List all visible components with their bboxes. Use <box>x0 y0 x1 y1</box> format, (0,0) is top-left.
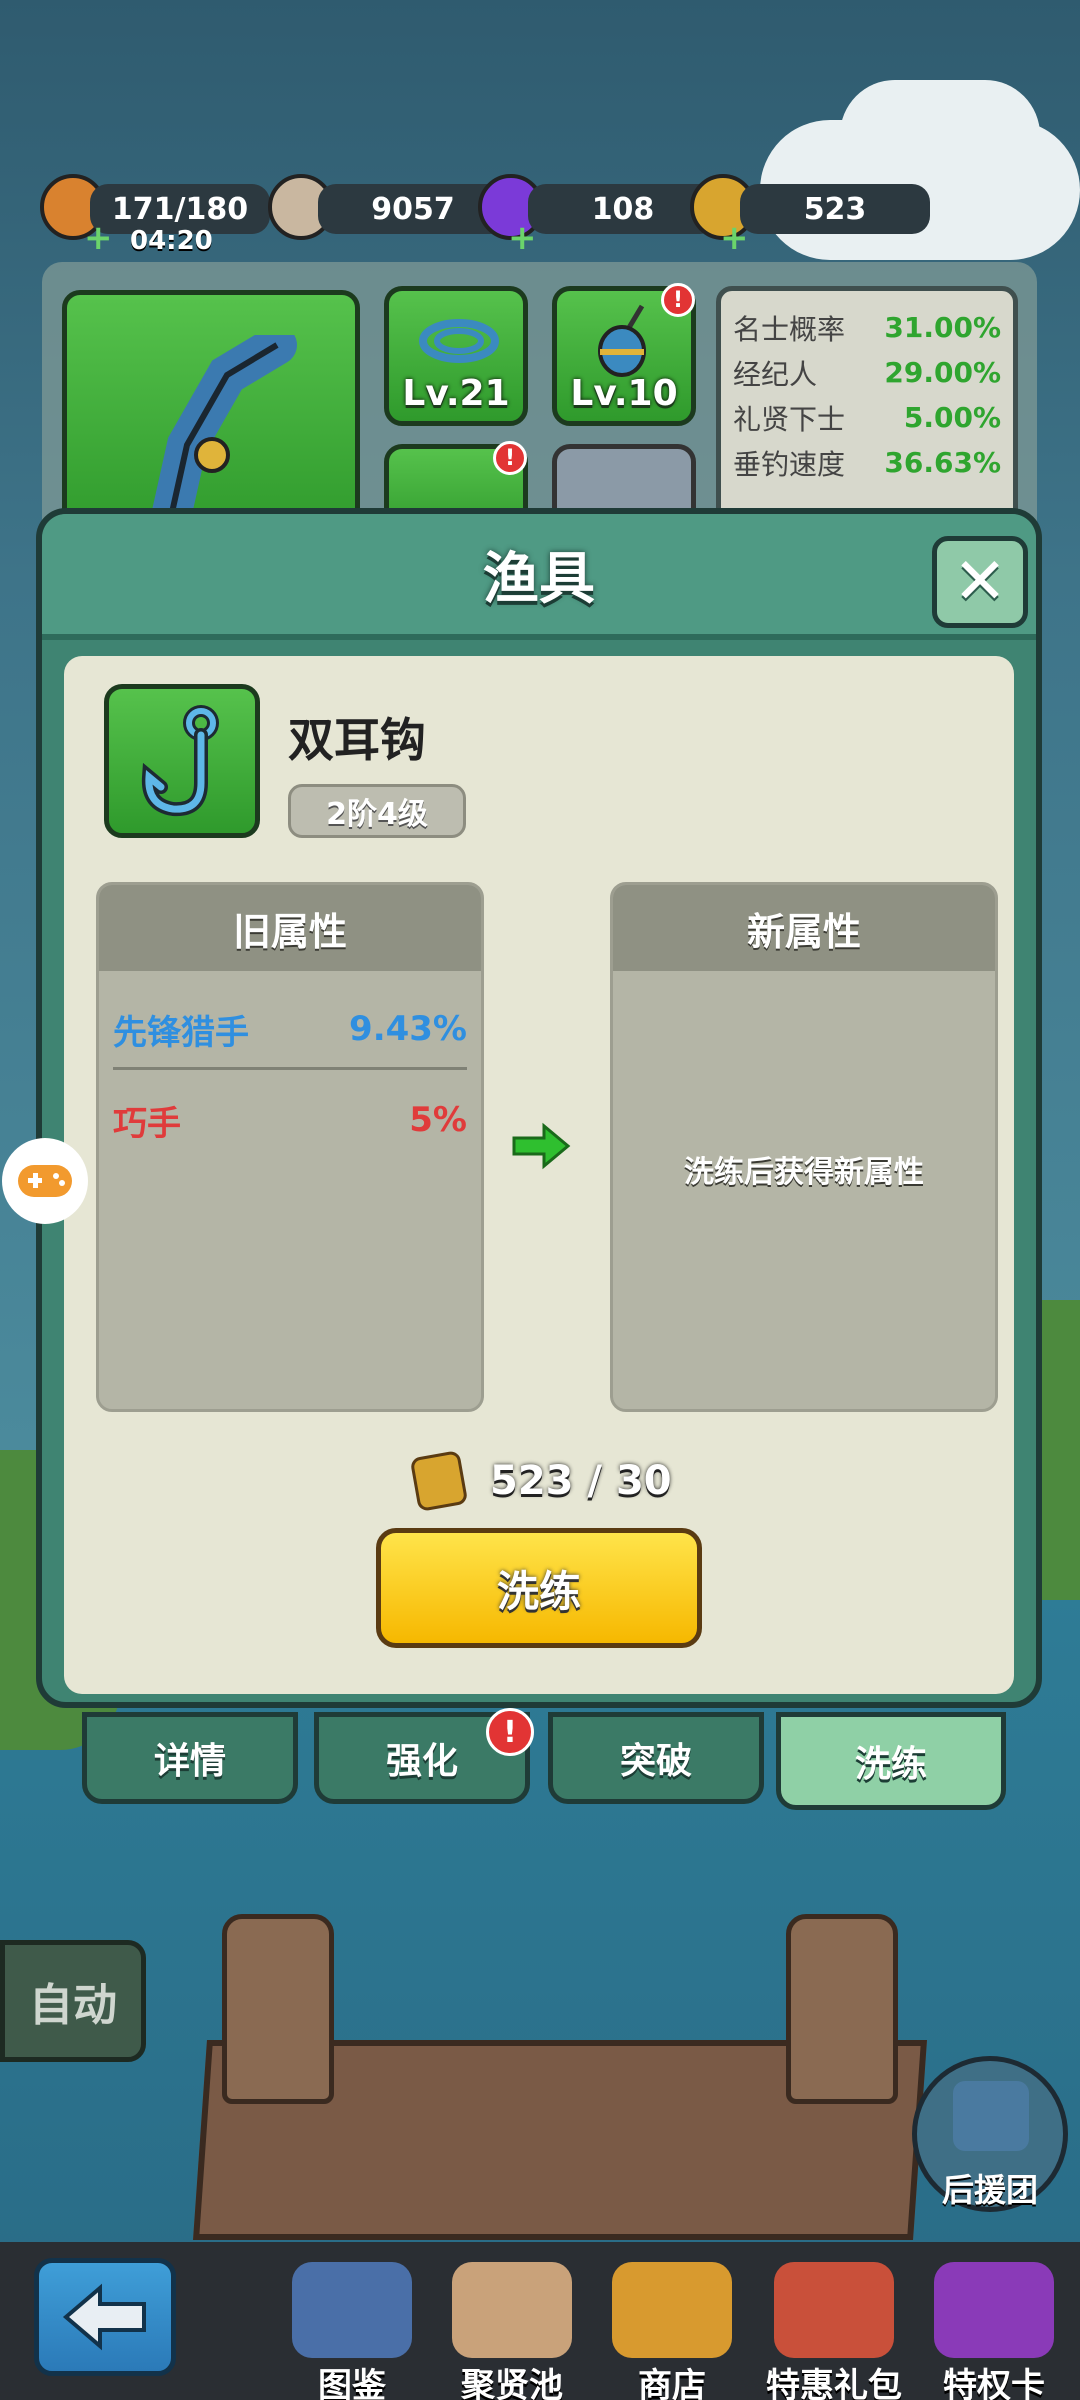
divider <box>113 1067 467 1070</box>
nav-shop[interactable]: 商店 <box>604 2262 740 2400</box>
gamepad-icon <box>18 1165 72 1197</box>
stat-row: 经纪人 29.00% <box>721 350 1013 395</box>
book-icon <box>292 2262 412 2358</box>
stat-value: 36.63% <box>884 446 1001 479</box>
pier-post <box>222 1914 334 2104</box>
fishing-float-icon <box>598 304 646 377</box>
stamina-timer: 04:20 <box>130 226 213 256</box>
attribute-row: 巧手 5% <box>99 1088 481 1152</box>
token-icon <box>409 1450 469 1512</box>
nav-talent-pool[interactable]: 聚贤池 <box>444 2262 580 2400</box>
back-button[interactable] <box>34 2258 176 2376</box>
arrow-left-icon <box>62 2283 146 2351</box>
attribute-row: 先锋猎手 9.43% <box>99 997 481 1061</box>
stats-panel: 名士概率 31.00% 经纪人 29.00% 礼贤下士 5.00% 垂钓速度 36.63% <box>716 286 1018 536</box>
card-icon <box>934 2262 1054 2358</box>
pier-post <box>786 1914 898 2104</box>
old-attributes-box: 旧属性 先锋猎手 9.43% 巧手 5% <box>96 882 484 1412</box>
attribute-value: 5% <box>409 1100 467 1140</box>
modal-title: 渔具 <box>483 547 595 612</box>
stat-value: 29.00% <box>884 356 1001 389</box>
stat-name: 经纪人 <box>733 357 818 391</box>
plus-icon[interactable]: + <box>84 218 113 258</box>
support-team-label: 后援团 <box>941 2171 1038 2209</box>
stat-name: 垂钓速度 <box>733 447 846 481</box>
new-attributes-box: 新属性 洗练后获得新属性 <box>610 882 998 1412</box>
alert-badge: ! <box>486 1708 534 1756</box>
alert-badge: ! <box>661 283 695 317</box>
cost-text: 523 / 30 <box>490 1458 672 1504</box>
attribute-name: 巧手 <box>113 1103 181 1144</box>
fishing-rod-icon <box>147 335 297 535</box>
nav-label: 图鉴 <box>318 2366 386 2400</box>
refine-button[interactable]: 洗练 <box>376 1528 702 1648</box>
tab-breakthrough[interactable]: 突破 <box>548 1712 764 1804</box>
item-name: 双耳钩 <box>288 713 426 767</box>
pagoda-icon <box>953 2081 1029 2151</box>
item-slot[interactable] <box>104 684 260 838</box>
stat-value: 5.00% <box>903 401 1001 434</box>
new-attributes-placeholder: 洗练后获得新属性 <box>684 1155 924 1190</box>
token-value: 523 <box>740 184 930 234</box>
item-grade: 2阶4级 <box>288 784 466 838</box>
old-attributes-header: 旧属性 <box>99 885 481 971</box>
scroll-map-icon <box>452 2262 572 2358</box>
cloud <box>840 80 1040 190</box>
stat-name: 礼贤下士 <box>733 402 846 436</box>
stat-row: 名士概率 31.00% <box>721 305 1013 350</box>
support-team-button[interactable]: 后援团 <box>912 2056 1068 2212</box>
stat-name: 名士概率 <box>733 312 846 346</box>
attribute-value: 9.43% <box>349 1009 467 1049</box>
nav-label: 聚贤池 <box>461 2366 563 2400</box>
plus-icon[interactable]: + <box>720 218 749 258</box>
hook-icon <box>141 705 219 817</box>
attribute-name: 先锋猎手 <box>113 1012 249 1053</box>
nav-label: 特惠礼包 <box>766 2366 902 2400</box>
arrow-right-icon <box>512 1122 571 1170</box>
nav-label: 商店 <box>638 2366 706 2400</box>
stat-value: 31.00% <box>884 311 1001 344</box>
rod-slot[interactable] <box>62 290 360 540</box>
treasure-icon <box>612 2262 732 2358</box>
gift-icon <box>774 2262 894 2358</box>
new-attributes-header: 新属性 <box>613 885 995 971</box>
nav-label: 特权卡 <box>943 2366 1045 2400</box>
tab-details[interactable]: 详情 <box>82 1712 298 1804</box>
close-icon: ✕ <box>953 545 1007 619</box>
nav-privilege-card[interactable]: 特权卡 <box>924 2262 1064 2400</box>
tab-refine[interactable]: 洗练 <box>776 1712 1006 1810</box>
alert-badge: ! <box>493 441 527 475</box>
fishing-line-icon <box>419 319 499 363</box>
stat-row: 礼贤下士 5.00% <box>721 395 1013 440</box>
auto-button[interactable]: 自动 <box>0 1940 146 2062</box>
nav-codex[interactable]: 图鉴 <box>284 2262 420 2400</box>
nav-special-offer[interactable]: 特惠礼包 <box>752 2262 916 2400</box>
line-slot[interactable]: Lv.21 <box>384 286 528 426</box>
close-button[interactable]: ✕ <box>932 536 1028 628</box>
slot-level: Lv.21 <box>402 373 510 414</box>
gamepad-button[interactable] <box>2 1138 88 1224</box>
float-slot[interactable]: Lv.10 ! <box>552 283 696 426</box>
plus-icon[interactable]: + <box>508 218 537 258</box>
slot-level: Lv.10 <box>570 373 678 414</box>
stat-row: 垂钓速度 36.63% <box>721 440 1013 485</box>
